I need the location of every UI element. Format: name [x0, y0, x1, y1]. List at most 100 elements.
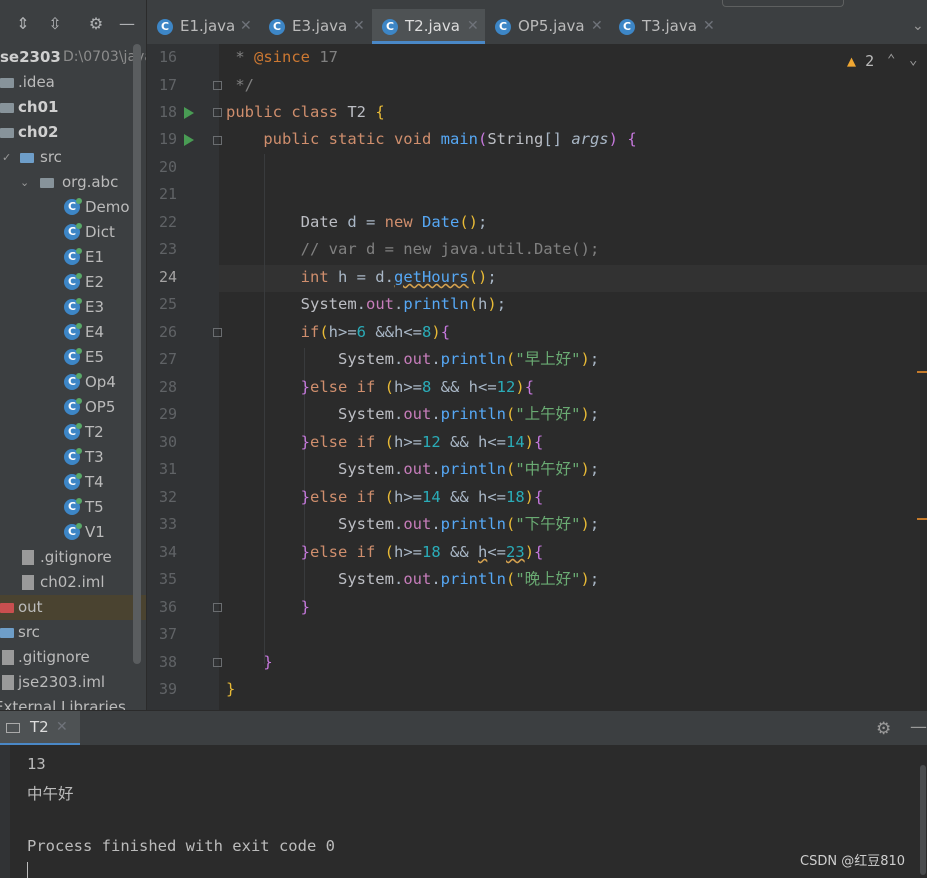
- sidebar-scrollbar[interactable]: [133, 44, 141, 664]
- class-icon: C: [64, 323, 82, 340]
- tree-item-class[interactable]: C T5: [0, 495, 146, 520]
- window-top-strip: [147, 0, 927, 9]
- project-root[interactable]: se2303 D:\0703\java: [0, 45, 146, 70]
- tree-item-ch01[interactable]: ch01: [0, 95, 146, 120]
- tree-label: Demo: [85, 198, 130, 216]
- tab-t3[interactable]: C T3.java ✕: [609, 9, 721, 44]
- tree-item-out[interactable]: out: [0, 595, 146, 620]
- tree-item-class[interactable]: C V1: [0, 520, 146, 545]
- chevron-up-icon[interactable]: ⌃: [887, 52, 895, 68]
- tree-item-iml[interactable]: jse2303.iml: [0, 670, 146, 695]
- tree-label: Op4: [85, 373, 116, 391]
- run-icon[interactable]: [184, 107, 194, 119]
- line-number: 30: [158, 433, 177, 451]
- collapse-all-icon[interactable]: ⇳: [46, 15, 64, 33]
- tree-label: T3: [85, 448, 104, 466]
- console-output-line: 中午好: [27, 785, 74, 803]
- fold-icon[interactable]: [213, 136, 222, 145]
- console-output-line: 13: [27, 755, 46, 773]
- class-icon: C: [64, 423, 82, 440]
- close-icon[interactable]: ✕: [703, 9, 715, 44]
- chevron-down-icon[interactable]: ✓: [2, 145, 11, 170]
- tree-item-idea[interactable]: .idea: [0, 70, 146, 95]
- chevron-down-icon[interactable]: ⌄: [20, 170, 29, 195]
- tree-item-class[interactable]: C E1: [0, 245, 146, 270]
- tree-item-package[interactable]: ⌄ org.abc: [0, 170, 146, 195]
- code-line-28: }else if (h>=8 && h<=12){: [300, 378, 535, 396]
- close-icon[interactable]: ✕: [591, 9, 603, 44]
- close-icon[interactable]: ✕: [467, 9, 479, 44]
- fold-icon[interactable]: [213, 108, 222, 117]
- tree-item-class[interactable]: C T3: [0, 445, 146, 470]
- tab-e1[interactable]: C E1.java ✕: [147, 9, 259, 44]
- hide-icon[interactable]: —: [118, 15, 136, 33]
- project-name: se2303: [0, 48, 61, 66]
- tab-menu-icon[interactable]: ⌄: [912, 18, 924, 34]
- tree-item-class[interactable]: C E2: [0, 270, 146, 295]
- tree-item-src[interactable]: ✓ src: [0, 145, 146, 170]
- tree-item-ch02[interactable]: ch02: [0, 120, 146, 145]
- tab-t2[interactable]: C T2.java ✕: [372, 9, 485, 44]
- expand-all-icon[interactable]: ⇕: [14, 15, 32, 33]
- tab-op5[interactable]: C OP5.java ✕: [485, 9, 609, 44]
- gear-icon[interactable]: ⚙: [87, 15, 105, 33]
- tree-label: E2: [85, 273, 105, 291]
- tree-item-gitignore[interactable]: .gitignore: [0, 545, 146, 570]
- tree-item-class[interactable]: C Demo: [0, 195, 146, 220]
- tree-item-class[interactable]: C E5: [0, 345, 146, 370]
- tree-label: ch01: [18, 98, 59, 116]
- class-icon: C: [64, 498, 82, 515]
- tree-item-class[interactable]: C OP5: [0, 395, 146, 420]
- tree-item-class[interactable]: C Dict: [0, 220, 146, 245]
- tree-label: ch02.iml: [40, 573, 105, 591]
- run-icon[interactable]: [184, 134, 194, 146]
- console-scrollbar[interactable]: [920, 765, 926, 875]
- line-number: 39: [158, 680, 177, 698]
- error-stripe-mark[interactable]: [917, 371, 927, 373]
- inspection-warnings[interactable]: ▲ 2: [847, 52, 874, 70]
- tree-item-class[interactable]: C E3: [0, 295, 146, 320]
- tree-item-class[interactable]: C Op4: [0, 370, 146, 395]
- tree-item-iml[interactable]: ch02.iml: [0, 570, 146, 595]
- excluded-folder-icon: [0, 603, 14, 613]
- run-console[interactable]: 13 中午好 Process finished with exit code 0: [0, 745, 927, 878]
- tree-label: T4: [85, 473, 104, 491]
- close-icon[interactable]: ✕: [240, 9, 252, 44]
- line-number: 31: [158, 460, 177, 478]
- tree-label: out: [18, 598, 43, 616]
- file-icon: [22, 575, 34, 590]
- line-number: 35: [158, 570, 177, 588]
- class-icon: C: [495, 19, 511, 35]
- close-icon[interactable]: ✕: [353, 9, 365, 44]
- tree-label: T5: [85, 498, 104, 516]
- code-line-39: }: [226, 680, 236, 698]
- tree-item-gitignore[interactable]: .gitignore: [0, 645, 146, 670]
- fold-icon[interactable]: [213, 658, 222, 667]
- tree-item-libraries[interactable]: External Libraries: [0, 695, 146, 710]
- tab-e3[interactable]: C E3.java ✕: [259, 9, 371, 44]
- tree-item-class[interactable]: C T4: [0, 470, 146, 495]
- line-number: 17: [158, 76, 177, 94]
- run-tool-window-header: T2 ✕ ⚙ —: [0, 710, 927, 746]
- hide-icon[interactable]: —: [910, 717, 927, 737]
- gear-icon[interactable]: ⚙: [876, 719, 891, 739]
- fold-icon[interactable]: [213, 328, 222, 337]
- code-editor[interactable]: 16 17 18 19 20 21 22 23 24 25 26 27 28 2…: [147, 44, 927, 710]
- tree-label: jse2303.iml: [18, 673, 106, 691]
- tree-label: E3: [85, 298, 105, 316]
- run-tab-t2[interactable]: T2 ✕: [0, 711, 80, 746]
- fold-icon[interactable]: [213, 603, 222, 612]
- tree-item-src[interactable]: src: [0, 620, 146, 645]
- toolbar-control[interactable]: [722, 0, 844, 7]
- close-icon[interactable]: ✕: [56, 719, 68, 735]
- chevron-down-icon[interactable]: ⌄: [909, 52, 917, 68]
- error-stripe-mark[interactable]: [917, 518, 927, 520]
- source-folder-icon: [20, 153, 34, 163]
- console-toolbar: [0, 745, 10, 878]
- fold-icon[interactable]: [213, 81, 222, 90]
- line-number: 27: [158, 350, 177, 368]
- code-line-27: System.out.println("早上好");: [337, 350, 600, 368]
- tree-item-class[interactable]: C T2: [0, 420, 146, 445]
- tree-item-class[interactable]: C E4: [0, 320, 146, 345]
- code-line-29: System.out.println("上午好");: [337, 405, 600, 423]
